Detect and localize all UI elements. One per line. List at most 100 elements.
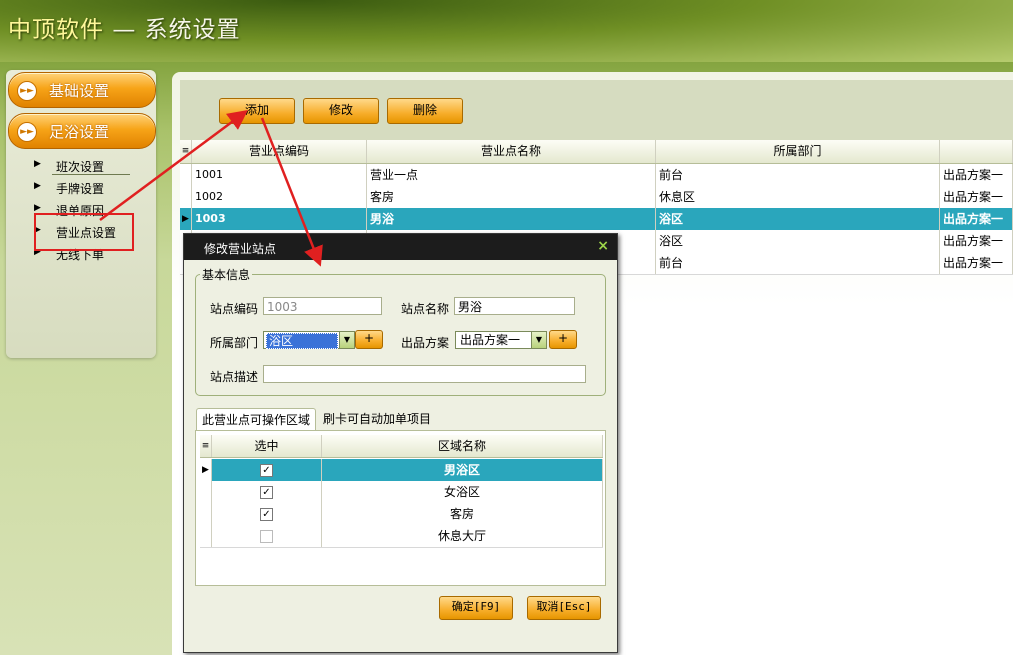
area-tab-pane: ≡ 选中 区域名称 ▶ ✓ 男浴区 ✓ 女浴区 ✓ 客房 休息大厅	[195, 430, 606, 586]
area-name: 女浴区	[322, 481, 603, 503]
product-plan-selected-value: 出品方案一	[460, 333, 521, 347]
station-name-field[interactable]: 男浴	[454, 297, 575, 315]
cell-plan: 出品方案一	[940, 164, 1013, 186]
cell-plan: 出品方案一	[940, 252, 1013, 274]
cell-code: 1003	[192, 208, 367, 230]
section-title: 系统设置	[144, 17, 241, 43]
cell-code: 1002	[192, 186, 367, 208]
add-product-plan-button[interactable]: +	[549, 330, 577, 349]
app-header: 中顶软件 — 系统设置	[0, 0, 1013, 62]
cell-name: 男浴	[367, 208, 656, 230]
area-name: 客房	[322, 503, 603, 525]
table-row-selected[interactable]: ▶ 1003 男浴 浴区 出品方案一	[180, 208, 1013, 231]
add-button[interactable]: 添加	[219, 98, 295, 124]
app-brand: 中顶软件	[8, 17, 104, 43]
cell-dept: 前台	[656, 164, 940, 186]
description-label: 站点描述	[210, 370, 259, 384]
double-chevron-icon: ►►	[17, 81, 37, 101]
department-select[interactable]: 浴区 ▼	[263, 331, 355, 349]
row-indicator	[200, 481, 212, 503]
add-department-button[interactable]: +	[355, 330, 383, 349]
group-legend: 基本信息	[200, 266, 253, 283]
cell-plan: 出品方案一	[940, 208, 1013, 230]
close-icon[interactable]: ×	[597, 238, 609, 254]
department-selected-value: 浴区	[266, 333, 338, 349]
station-code-label: 站点编码	[210, 302, 259, 316]
checkbox-checked[interactable]: ✓	[260, 486, 273, 499]
description-field[interactable]	[263, 365, 586, 383]
sidebar-item-shift[interactable]: ▶ 班次设置	[30, 156, 150, 176]
cell-name: 客房	[367, 186, 656, 208]
area-row-selected[interactable]: ▶ ✓ 男浴区	[200, 459, 603, 482]
title-separator: —	[112, 17, 137, 43]
checkbox-unchecked[interactable]	[260, 530, 273, 543]
product-plan-label: 出品方案	[401, 336, 450, 350]
checkbox-checked[interactable]: ✓	[260, 508, 273, 521]
product-plan-select[interactable]: 出品方案一 ▼	[455, 331, 547, 349]
area-checkbox-cell[interactable]	[212, 525, 322, 547]
sidebar-item-label: 手牌设置	[56, 182, 105, 196]
row-indicator	[200, 525, 212, 547]
column-header-dept[interactable]: 所属部门	[656, 140, 940, 163]
area-grid-header: ≡ 选中 区域名称	[200, 435, 603, 458]
column-header-area-name[interactable]: 区域名称	[322, 435, 603, 457]
department-label: 所属部门	[210, 336, 259, 350]
nav-label: 足浴设置	[49, 123, 110, 141]
edit-business-point-dialog: 修改营业站点 × 基本信息 站点编码 1003 站点名称 男浴 所属部门 浴区 …	[183, 233, 618, 653]
chevron-down-icon[interactable]: ▼	[531, 332, 546, 348]
double-chevron-icon: ►►	[17, 122, 37, 142]
column-header-name[interactable]: 营业点名称	[367, 140, 656, 163]
annotation-highlight-box	[34, 213, 134, 251]
station-name-label: 站点名称	[401, 302, 450, 316]
delete-button[interactable]: 删除	[387, 98, 463, 124]
nav-foot-bath-settings[interactable]: ►► 足浴设置	[8, 113, 156, 149]
app-title: 中顶软件 — 系统设置	[8, 10, 241, 44]
column-header-plan[interactable]	[940, 140, 1013, 163]
column-header-code[interactable]: 营业点编码	[192, 140, 367, 163]
area-row[interactable]: ✓ 女浴区	[200, 481, 603, 504]
area-checkbox-cell[interactable]: ✓	[212, 503, 322, 525]
divider	[52, 174, 130, 175]
triangle-right-icon: ▶	[34, 181, 41, 191]
dialog-title: 修改营业站点	[204, 242, 277, 256]
area-name: 休息大厅	[322, 525, 603, 547]
sidebar-item-tag[interactable]: ▶ 手牌设置	[30, 178, 150, 198]
triangle-right-icon: ▶	[34, 203, 41, 213]
cell-plan: 出品方案一	[940, 186, 1013, 208]
cancel-button[interactable]: 取消[Esc]	[527, 596, 601, 620]
current-row-arrow-icon: ▶	[200, 459, 212, 481]
cell-dept: 浴区	[656, 208, 940, 230]
dialog-title-bar[interactable]: 修改营业站点 ×	[184, 234, 617, 260]
current-row-arrow-icon: ▶	[180, 208, 192, 230]
area-name: 男浴区	[322, 459, 603, 481]
cell-dept: 前台	[656, 252, 940, 274]
row-indicator	[200, 503, 212, 525]
table-header: ≡ 营业点编码 营业点名称 所属部门	[180, 140, 1013, 164]
area-row[interactable]: ✓ 客房	[200, 503, 603, 526]
row-indicator-header: ≡	[200, 435, 212, 457]
nav-basic-settings[interactable]: ►► 基础设置	[8, 72, 156, 108]
sidebar-item-label: 班次设置	[56, 160, 105, 174]
area-checkbox-cell[interactable]: ✓	[212, 459, 322, 481]
table-row[interactable]: 1002 客房 休息区 出品方案一	[180, 186, 1013, 209]
table-row[interactable]: 1001 营业一点 前台 出品方案一	[180, 164, 1013, 187]
nav-label: 基础设置	[49, 82, 110, 100]
tab-operable-areas[interactable]: 此营业点可操作区域	[196, 408, 316, 431]
cell-plan: 出品方案一	[940, 230, 1013, 252]
row-indicator	[180, 186, 192, 208]
area-checkbox-cell[interactable]: ✓	[212, 481, 322, 503]
cell-name: 营业一点	[367, 164, 656, 186]
station-code-field[interactable]: 1003	[263, 297, 382, 315]
cell-dept: 浴区	[656, 230, 940, 252]
cell-code: 1001	[192, 164, 367, 186]
tab-auto-add-items[interactable]: 刷卡可自动加单项目	[318, 408, 436, 430]
checkbox-checked[interactable]: ✓	[260, 464, 273, 477]
row-indicator	[180, 164, 192, 186]
edit-button[interactable]: 修改	[303, 98, 379, 124]
chevron-down-icon[interactable]: ▼	[339, 332, 354, 348]
area-row[interactable]: 休息大厅	[200, 525, 603, 548]
row-indicator-header: ≡	[180, 140, 192, 163]
ok-button[interactable]: 确定[F9]	[439, 596, 513, 620]
cell-dept: 休息区	[656, 186, 940, 208]
column-header-selected[interactable]: 选中	[212, 435, 322, 457]
